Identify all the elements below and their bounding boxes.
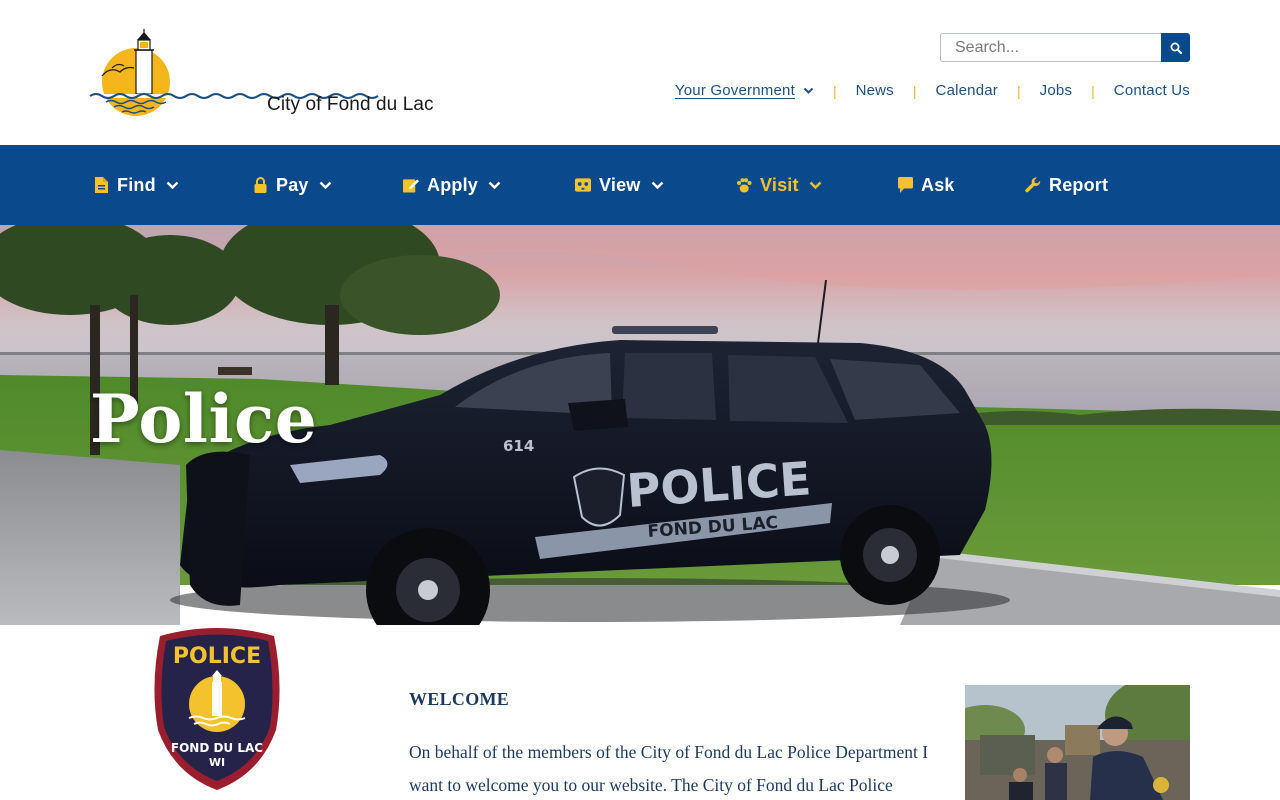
utility-link-your-government[interactable]: Your Government <box>675 82 814 99</box>
nav-item-pay[interactable]: Pay <box>252 145 332 225</box>
utility-link-contact-us[interactable]: Contact Us <box>1114 82 1190 99</box>
lock-icon <box>252 177 268 193</box>
search-bar <box>940 33 1190 62</box>
welcome-paragraph: On behalf of the members of the City of … <box>409 742 929 795</box>
welcome-heading: WELCOME <box>409 689 510 709</box>
site-logo-text: City of Fond du Lac <box>267 94 434 115</box>
utility-link-calendar[interactable]: Calendar <box>936 82 998 99</box>
nav-item-ask[interactable]: Ask <box>897 145 955 225</box>
chevron-down-icon <box>166 181 179 190</box>
officers-photo <box>965 685 1190 800</box>
badge-state-text: WI <box>209 756 225 769</box>
badge-city-text: FOND DU LAC <box>171 741 263 755</box>
car-number: 614 <box>503 437 534 455</box>
nav-divider: | <box>1017 82 1021 99</box>
police-badge-icon: POLICE FOND DU LAC WI <box>154 628 280 790</box>
nav-item-apply[interactable]: Apply <box>403 145 501 225</box>
nav-item-label: View <box>599 174 641 195</box>
utility-link-news[interactable]: News <box>856 82 894 99</box>
nav-item-label: Find <box>117 174 156 195</box>
site-logo[interactable]: City of Fond du Lac <box>88 28 434 118</box>
utility-nav: Your Government | News | Calendar | Jobs… <box>675 82 1190 99</box>
search-icon <box>1170 42 1182 54</box>
nav-item-find[interactable]: Find <box>93 145 179 225</box>
page-title: Police <box>90 380 318 458</box>
badge-top-text: POLICE <box>173 644 261 669</box>
nav-item-label: Visit <box>760 174 799 195</box>
utility-link-jobs[interactable]: Jobs <box>1040 82 1073 99</box>
document-icon <box>93 177 109 193</box>
chevron-down-icon <box>803 87 814 94</box>
chevron-down-icon <box>488 181 501 190</box>
site-header: City of Fond du Lac Your Government | Ne… <box>0 0 1280 145</box>
nav-divider: | <box>1091 82 1095 99</box>
viewer-icon <box>575 177 591 193</box>
nav-item-label: Ask <box>921 174 955 195</box>
main-nav: Find Pay Apply View Visit Ask Report <box>0 145 1280 225</box>
utility-link-label: Your Government <box>674 82 795 99</box>
nav-item-label: Report <box>1049 174 1109 195</box>
main-content: POLICE FOND DU LAC WI WELCOME On behalf … <box>0 625 1280 800</box>
chevron-down-icon <box>319 181 332 190</box>
hero-banner: 614 POLICE FOND DU LAC Police <box>0 225 1280 625</box>
nav-item-label: Apply <box>427 174 479 195</box>
edit-icon <box>403 177 419 193</box>
nav-item-report[interactable]: Report <box>1025 145 1108 225</box>
chevron-down-icon <box>809 181 822 190</box>
speech-bubble-icon <box>897 177 913 193</box>
nav-divider: | <box>912 82 917 99</box>
nav-item-view[interactable]: View <box>575 145 664 225</box>
nav-divider: | <box>832 82 837 99</box>
search-input[interactable] <box>940 33 1161 62</box>
paw-icon <box>736 177 752 193</box>
chevron-down-icon <box>651 181 664 190</box>
nav-item-label: Pay <box>276 174 309 195</box>
search-button[interactable] <box>1161 33 1190 62</box>
wrench-icon <box>1025 176 1041 193</box>
nav-item-visit[interactable]: Visit <box>736 145 822 225</box>
